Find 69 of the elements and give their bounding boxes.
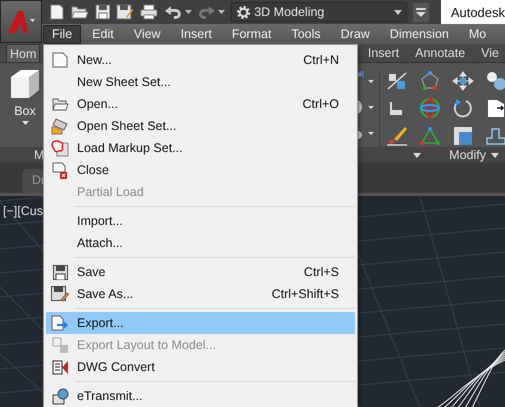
gear-icon	[236, 4, 252, 20]
export-layout-icon	[52, 337, 68, 353]
close-document-icon	[52, 162, 68, 178]
save-as-icon	[51, 286, 69, 302]
menu-item[interactable]: eTransmit...	[46, 385, 355, 407]
triangle-icon[interactable]	[419, 126, 441, 146]
brush-icon[interactable]	[386, 126, 408, 146]
open-folder-icon[interactable]	[70, 4, 89, 20]
menu-bar-item[interactable]: View	[124, 24, 170, 44]
caret-icon	[394, 10, 402, 14]
page-icon	[52, 52, 68, 68]
menu-item[interactable]: Save As... Ctrl+Shift+S	[46, 283, 355, 305]
ribbon-tab[interactable]: Hom	[6, 44, 40, 62]
export-icon	[51, 315, 69, 331]
offset-square-icon[interactable]	[452, 126, 474, 146]
menu-bar-item[interactable]: Draw	[332, 24, 379, 44]
ribbon-tab[interactable]: Vie	[475, 44, 505, 62]
new-file-icon[interactable]	[49, 4, 65, 20]
ribbon-tab[interactable]: Annotate	[409, 44, 472, 62]
caret-icon[interactable]	[413, 152, 422, 158]
menu-item[interactable]: Open... Ctrl+O	[46, 93, 355, 115]
cube-icon	[8, 67, 42, 101]
save-icon	[52, 264, 68, 280]
sheet-set-icon	[51, 118, 69, 134]
move-icon[interactable]	[452, 71, 474, 91]
menu-bar-item[interactable]: Dimension	[380, 24, 458, 44]
menu-bar-item[interactable]: Tools	[282, 24, 330, 44]
application-menu-button[interactable]	[0, 0, 42, 43]
save-as-icon[interactable]	[116, 4, 134, 20]
viewport-label[interactable]: [−][Cus	[3, 204, 43, 218]
menu-item[interactable]: New... Ctrl+N	[46, 49, 355, 71]
menu-item[interactable]: Export...	[46, 312, 355, 334]
menu-bar-item[interactable]: Insert	[172, 24, 221, 44]
etransmit-icon	[52, 388, 68, 404]
save-icon[interactable]	[94, 4, 110, 20]
menu-item[interactable]: New Sheet Set...	[46, 71, 355, 93]
rotate-icon[interactable]	[452, 98, 474, 118]
caret-icon	[22, 121, 28, 125]
gizmo-icon[interactable]	[419, 71, 441, 91]
menu-bar-item[interactable]: Edit	[83, 24, 123, 44]
menu-item[interactable]: Save Ctrl+S	[46, 261, 355, 283]
modify-panel-label[interactable]: Modify	[447, 148, 501, 162]
slice-icon[interactable]	[386, 71, 408, 91]
markup-icon	[51, 140, 69, 156]
workspace-dropdown[interactable]: 3D Modeling	[231, 2, 407, 22]
menu-bar-item[interactable]: Format	[222, 24, 280, 44]
menu-item[interactable]: Load Markup Set...	[46, 137, 355, 159]
outline-shape-icon[interactable]	[485, 126, 505, 146]
rotate-gizmo-icon[interactable]	[419, 98, 441, 118]
caret-icon[interactable]	[184, 10, 192, 14]
window-title: Autodesk	[450, 4, 505, 20]
logo	[6, 8, 36, 34]
caret-icon[interactable]	[218, 10, 226, 14]
ribbon-tab[interactable]: Insert	[362, 44, 406, 62]
menu-item[interactable]: DWG Convert	[46, 356, 355, 378]
menu-item[interactable]: Open Sheet Set...	[46, 115, 355, 137]
menu-item[interactable]: Attach...	[46, 232, 355, 254]
printer-icon[interactable]	[140, 4, 158, 20]
caret-icon	[491, 152, 499, 158]
menu-bar-item[interactable]: Mo	[460, 24, 496, 44]
customize-toolbar-icon[interactable]	[412, 2, 429, 22]
menu-bar-item[interactable]: File	[43, 24, 82, 44]
folder-icon	[52, 98, 68, 110]
undo-icon[interactable]	[164, 5, 182, 19]
spheres-icon[interactable]	[485, 71, 505, 91]
menu-item[interactable]: Import...	[46, 210, 355, 232]
align-icon[interactable]	[485, 98, 505, 118]
dwg-convert-icon	[52, 360, 68, 374]
box-button[interactable]: Box	[6, 67, 44, 141]
